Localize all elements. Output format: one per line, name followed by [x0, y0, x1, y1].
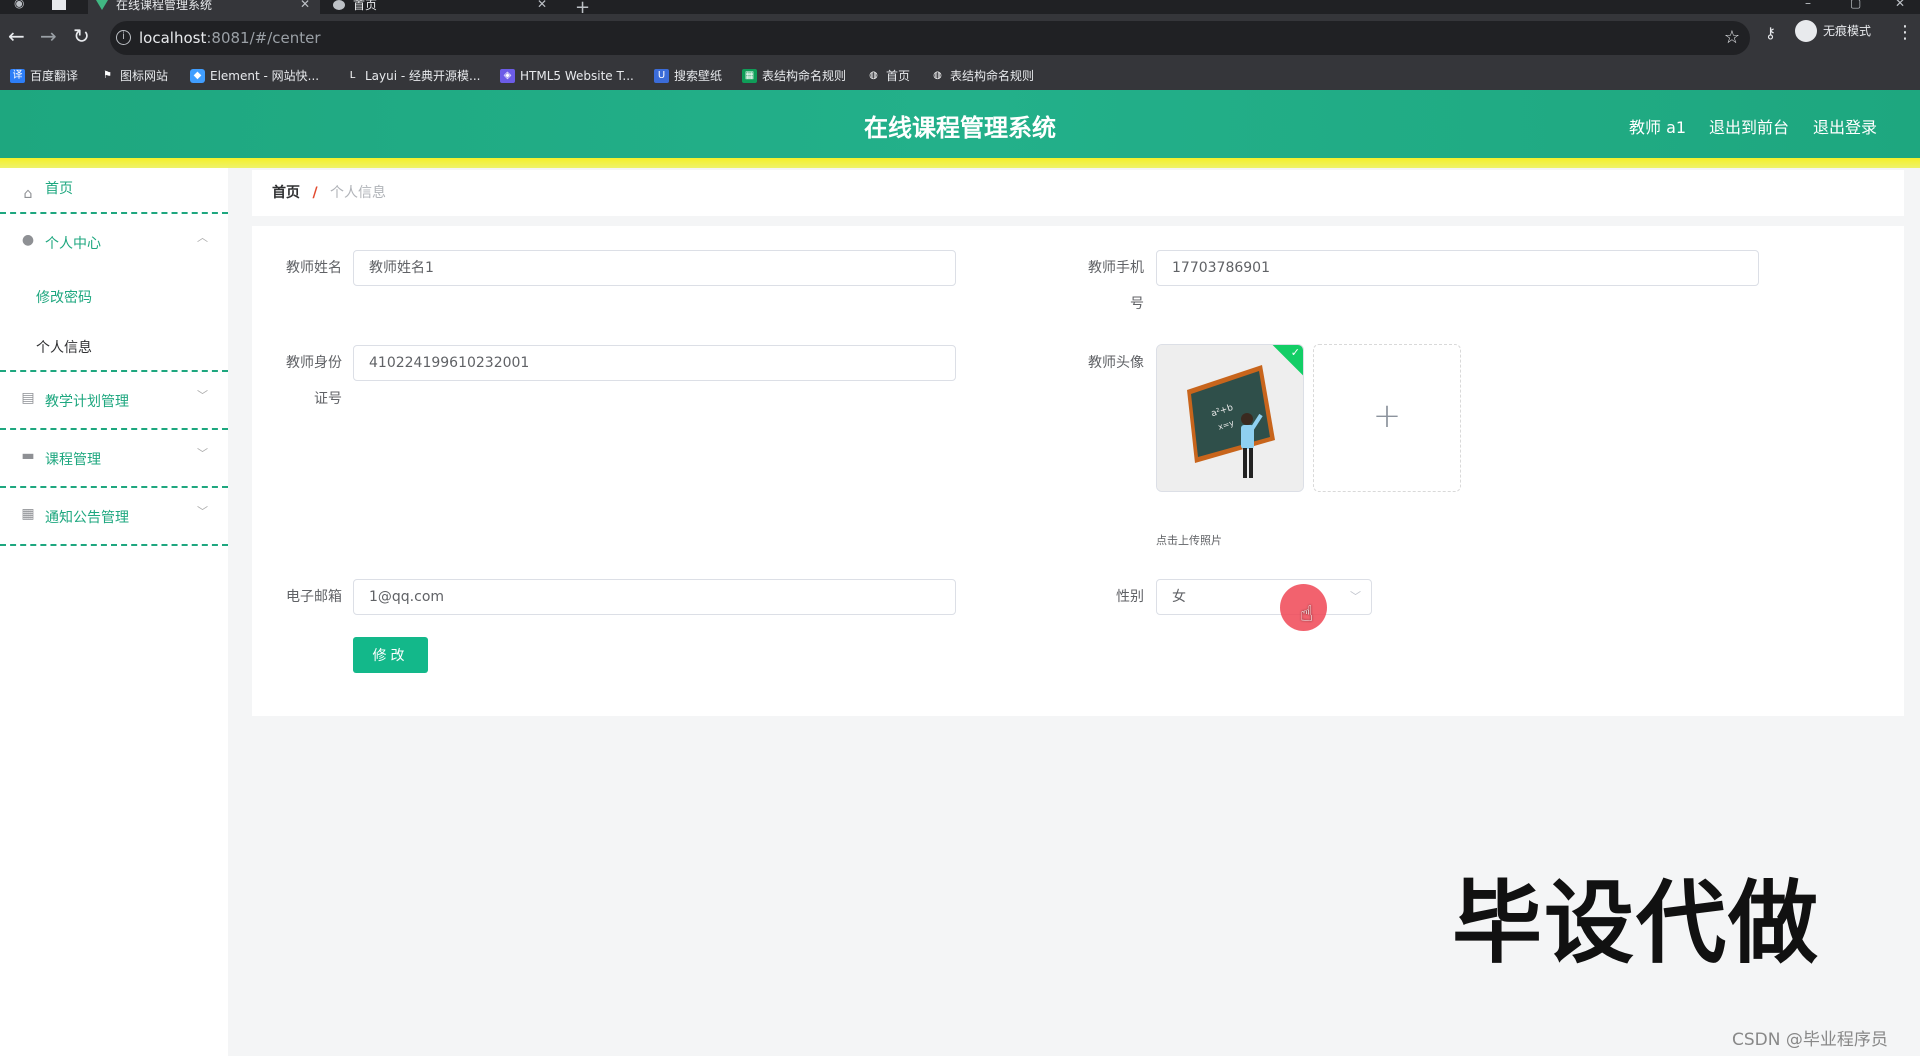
close-tab-icon[interactable]: ✕ [300, 0, 310, 10]
wallpaper-icon: U [654, 69, 669, 83]
key-icon[interactable]: ⚷ [1765, 24, 1776, 42]
profile-form [252, 226, 1904, 716]
id-number-input[interactable]: 410224199610232001 [353, 345, 956, 381]
sidebar-item-course-management[interactable]: ▬ 课程管理 ﹀ [0, 430, 228, 486]
phone-label: 教师手机 号 [1088, 260, 1144, 312]
minimize-icon[interactable]: – [1805, 0, 1811, 10]
browser-menu-icon[interactable]: ⋮ [1896, 22, 1914, 43]
back-arrow-icon[interactable]: ← [8, 26, 25, 46]
incognito-icon [1795, 20, 1817, 42]
email-label: 电子邮箱 [286, 589, 342, 605]
tab-strip-icon[interactable] [52, 0, 66, 10]
browser-tab-bar: ◉ 在线课程管理系统 ✕ 首页 ✕ + – ▢ ✕ [0, 0, 1920, 18]
sidebar-subitem-personal-info[interactable]: 个人信息 [36, 337, 92, 357]
bookmark-item[interactable]: ◈ HTML5 Website T... [500, 62, 634, 90]
browser-toolbar: ← → ↻ i localhost:8081/#/center ☆ ⚷ 无痕模式… [0, 14, 1920, 62]
chevron-down-icon: ﹀ [197, 447, 208, 460]
bookmark-item[interactable]: ▦ 表结构命名规则 [742, 62, 846, 90]
translate-icon: 译 [10, 69, 25, 83]
sidebar-subitem-change-password[interactable]: 修改密码 [36, 287, 92, 307]
check-icon: ✓ [1290, 346, 1300, 359]
url-text[interactable]: localhost:8081/#/center [139, 29, 321, 47]
name-input[interactable]: 教师姓名1 [353, 250, 956, 286]
flag-icon: ⚑ [103, 70, 112, 81]
sidebar-item-personal-center[interactable]: ● 个人中心 ︿ [0, 214, 228, 270]
hand-cursor-icon: ☝ [1300, 602, 1314, 627]
email-input[interactable]: 1@qq.com [353, 579, 956, 615]
tab-title: 在线课程管理系统 [116, 0, 213, 12]
tab-title: 首页 [353, 0, 378, 12]
bookmark-item[interactable]: ◆ Element - 网站快... [190, 62, 319, 90]
breadcrumb-current: 个人信息 [330, 185, 387, 201]
avatar-label: 教师头像 [1088, 355, 1144, 371]
csdn-credit: CSDN @毕业程序员 [1732, 1030, 1888, 1050]
tab-course-system[interactable]: 在线课程管理系统 ✕ [88, 0, 320, 14]
info-icon[interactable]: i [116, 30, 131, 45]
sidebar-divider [0, 544, 228, 546]
sidebar: ⌂ 首页 ● 个人中心 ︿ 修改密码 个人信息 ▤ 教学计划管理 ﹀ ▬ 课程管… [0, 168, 228, 1056]
chevron-down-icon: ﹀ [197, 505, 208, 518]
html5-icon: ◈ [500, 69, 515, 83]
chevron-down-icon: ﹀ [197, 389, 208, 402]
incognito-indicator[interactable]: 无痕模式 [1795, 18, 1871, 44]
clipboard-icon: ▤ [21, 390, 35, 406]
back-to-front-link[interactable]: 退出到前台 [1709, 114, 1789, 138]
current-user: 教师 a1 [1629, 118, 1687, 137]
close-tab-icon[interactable]: ✕ [537, 0, 547, 10]
globe-icon: ◍ [869, 70, 878, 81]
ticket-icon: ▬ [21, 448, 35, 464]
globe-icon [333, 0, 345, 10]
chevron-up-icon: ︿ [197, 231, 208, 244]
sheet-icon: ▦ [742, 69, 757, 83]
browser-logo-icon: ◉ [14, 0, 25, 10]
teacher-blackboard-illustration: a²+b x=y [1157, 345, 1303, 491]
app-header: 在线课程管理系统 教师 a1 退出到前台 退出登录 [0, 90, 1920, 158]
maximize-icon[interactable]: ▢ [1850, 0, 1861, 10]
bookmark-item[interactable]: L Layui - 经典开源模... [345, 62, 481, 90]
watermark-text: 毕设代做 [1452, 871, 1820, 976]
reload-icon[interactable]: ↻ [73, 26, 90, 46]
breadcrumb: 首页 / 个人信息 [252, 170, 1904, 216]
breadcrumb-home[interactable]: 首页 [272, 185, 300, 201]
vue-icon [96, 0, 108, 10]
name-label: 教师姓名 [286, 260, 342, 276]
avatar-image[interactable]: a²+b x=y ✓ [1156, 344, 1304, 492]
forward-arrow-icon[interactable]: → [40, 26, 57, 46]
bookmark-item[interactable]: ⚑ 图标网站 [100, 62, 168, 90]
header-accent-bar [0, 158, 1920, 168]
globe-icon: ◍ [933, 70, 942, 81]
bookmark-item[interactable]: ◍ 首页 [866, 62, 910, 90]
gender-label: 性别 [1116, 589, 1144, 605]
logout-link[interactable]: 退出登录 [1813, 114, 1877, 138]
home-icon: ⌂ [23, 186, 33, 202]
upload-tip: 点击上传照片 [1156, 534, 1222, 547]
element-icon: ◆ [190, 69, 205, 83]
bookmark-star-icon[interactable]: ☆ [1724, 27, 1740, 48]
phone-input[interactable]: 17703786901 [1156, 250, 1759, 286]
bookmark-item[interactable]: ◍ 表结构命名规则 [930, 62, 1034, 90]
gender-select[interactable]: 女 ﹀ [1156, 579, 1372, 615]
address-bar[interactable]: i localhost:8081/#/center ☆ [110, 21, 1750, 55]
bookmark-item[interactable]: 译百度翻译 [10, 62, 78, 90]
bookmark-item[interactable]: U 搜索壁纸 [654, 62, 722, 90]
close-window-icon[interactable]: ✕ [1895, 0, 1905, 10]
id-number-label: 教师身份 证号 [286, 355, 342, 407]
sidebar-item-teaching-plan[interactable]: ▤ 教学计划管理 ﹀ [0, 372, 228, 428]
user-icon: ● [21, 232, 35, 248]
grid-icon: ▦ [21, 506, 35, 522]
bookmarks-bar: 译百度翻译 ⚑ 图标网站 ◆ Element - 网站快... L Layui - 经… [0, 62, 1920, 90]
chevron-down-icon: ﹀ [1350, 590, 1361, 603]
upload-button[interactable]: + [1313, 344, 1461, 492]
gender-selected-value: 女 [1172, 589, 1186, 605]
sidebar-item-notice-management[interactable]: ▦ 通知公告管理 ﹀ [0, 488, 228, 544]
breadcrumb-separator: / [312, 185, 318, 201]
submit-button[interactable]: 修改 [353, 637, 428, 673]
layui-icon: L [349, 70, 356, 81]
tab-home[interactable]: 首页 ✕ [325, 0, 557, 14]
